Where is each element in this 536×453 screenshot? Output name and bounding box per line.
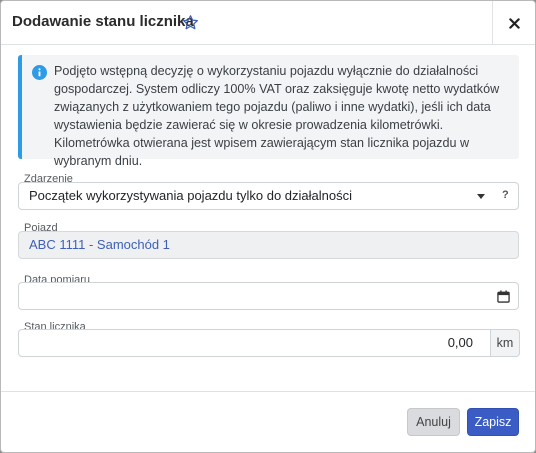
event-select-value: Początek wykorzystywania pojazdu tylko d… — [29, 188, 352, 203]
chevron-down-icon[interactable] — [477, 194, 485, 199]
odometer-value: 0,00 — [447, 335, 473, 350]
help-icon[interactable]: ? — [502, 189, 509, 201]
odometer-unit: km — [490, 329, 520, 357]
dialog-header: Dodawanie stanu licznika — [1, 1, 535, 45]
vehicle-link[interactable]: ABC 1111 - Samochód 1 — [29, 237, 170, 252]
info-alert: Podjęto wstępną decyzję o wykorzystaniu … — [18, 55, 519, 168]
dialog-title: Dodawanie stanu licznika — [12, 13, 194, 30]
save-button[interactable]: Zapisz — [467, 408, 519, 436]
meter-reading-dialog: Dodawanie stanu licznika Podjęto wstępną… — [0, 0, 536, 453]
star-icon[interactable] — [182, 14, 199, 31]
date-input[interactable] — [18, 282, 519, 310]
dialog-footer: Anuluj Zapisz — [1, 391, 535, 452]
info-text: Podjęto wstępną decyzję o wykorzystaniu … — [54, 64, 500, 168]
event-select[interactable]: Początek wykorzystywania pojazdu tylko d… — [18, 182, 519, 210]
vehicle-field: ABC 1111 - Samochód 1 — [18, 231, 519, 259]
close-button[interactable] — [493, 1, 535, 45]
odometer-input[interactable]: 0,00 km — [18, 329, 520, 357]
close-icon — [508, 17, 520, 29]
info-icon — [32, 65, 47, 80]
calendar-icon[interactable] — [497, 290, 510, 303]
cancel-button[interactable]: Anuluj — [407, 408, 460, 436]
